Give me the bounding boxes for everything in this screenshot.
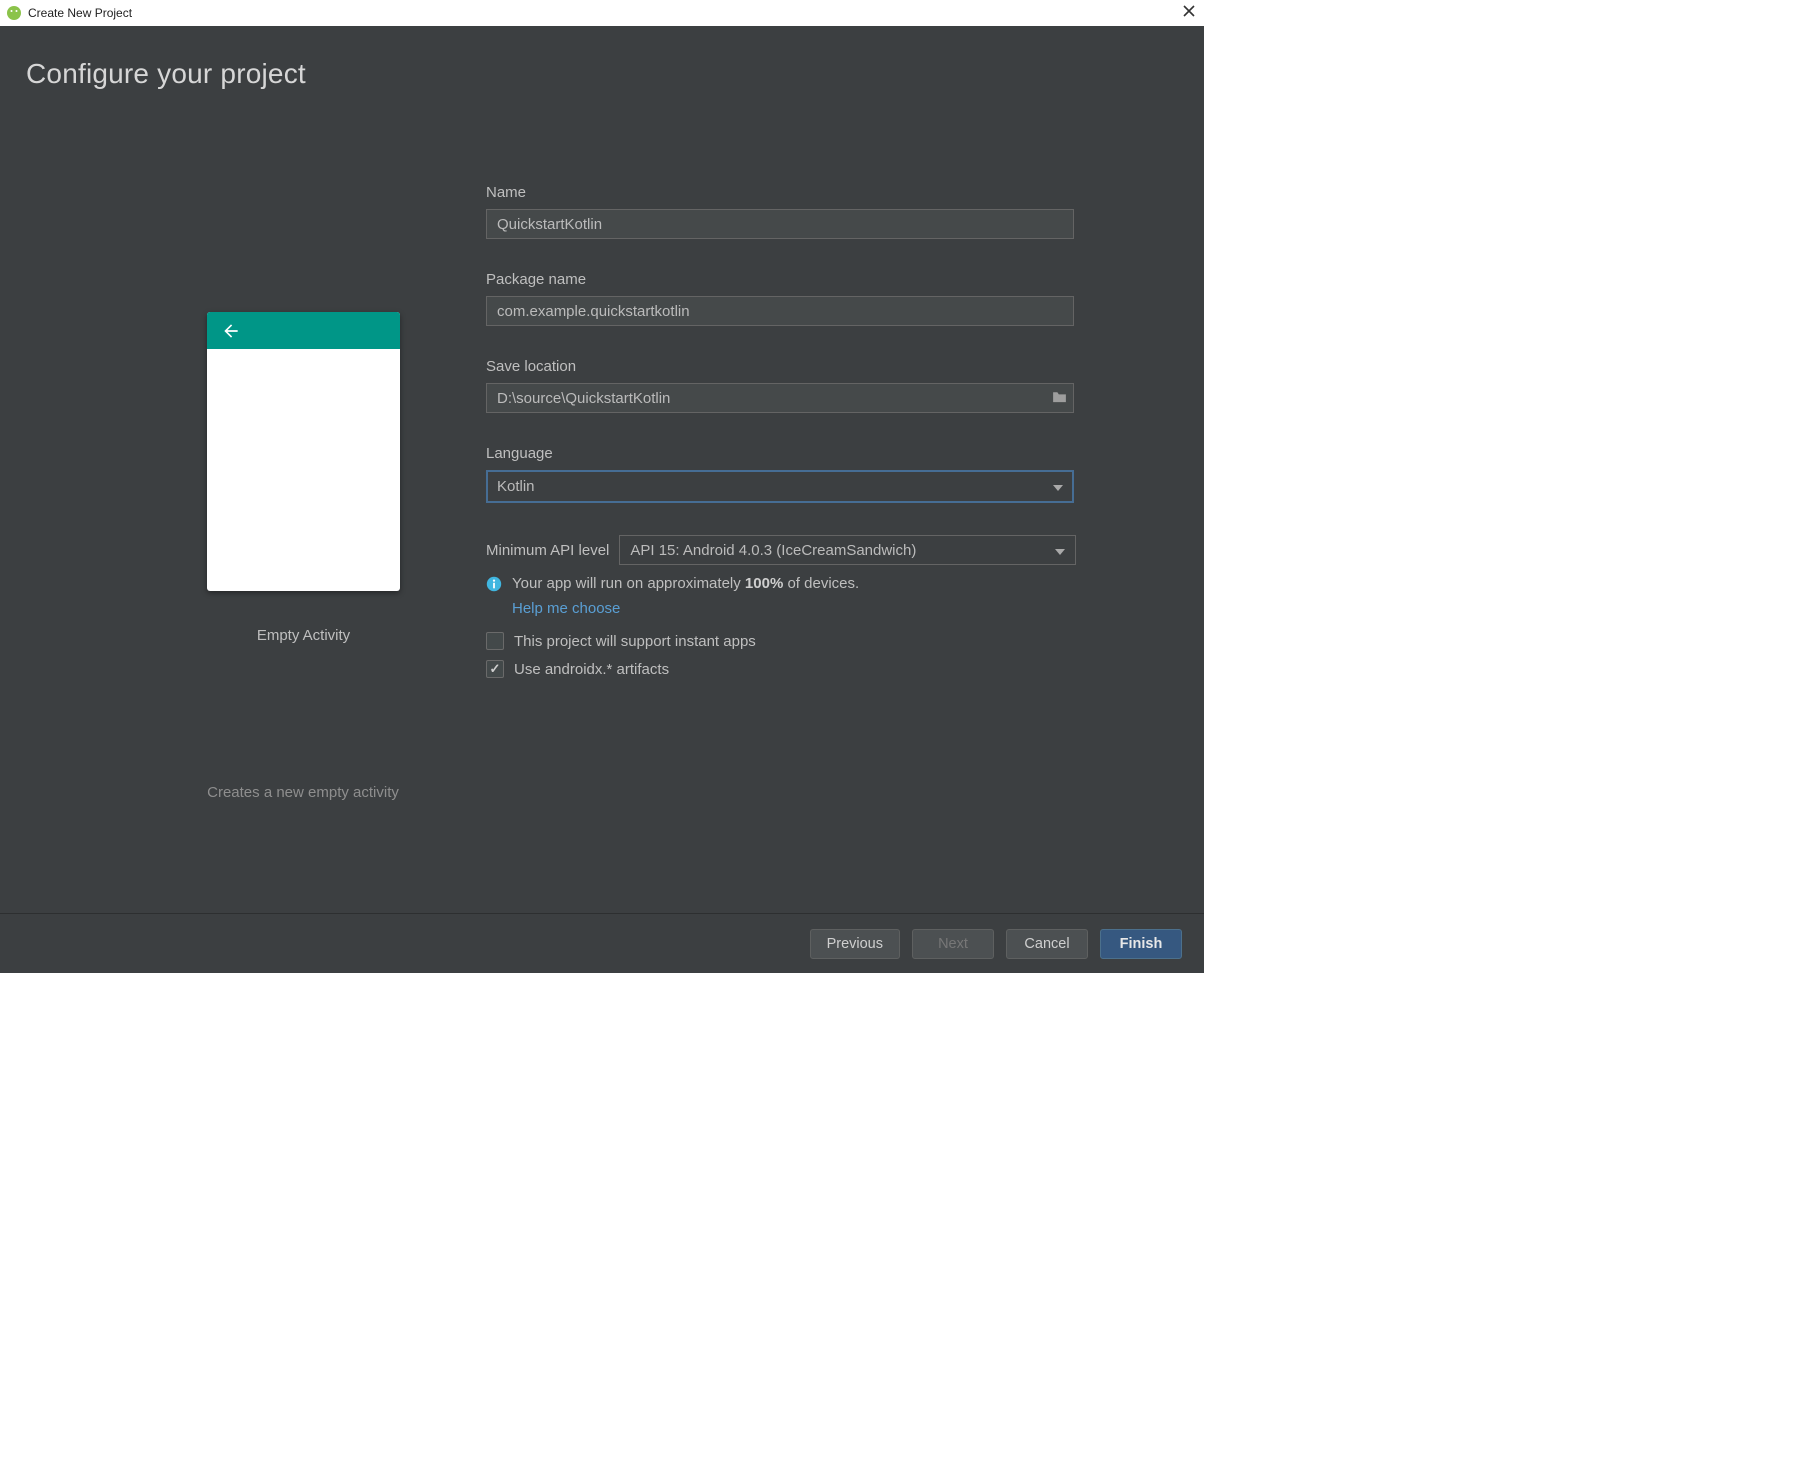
name-label: Name	[486, 184, 1076, 201]
language-label: Language	[486, 445, 1076, 462]
wizard-body: Configure your project Empty Activity Cr…	[0, 26, 1204, 913]
configure-form: Name Package name Save location Language…	[486, 184, 1076, 678]
wizard-footer: Previous Next Cancel Finish	[0, 913, 1204, 973]
name-input[interactable]	[486, 209, 1074, 239]
api-select[interactable]: API 15: Android 4.0.3 (IceCreamSandwich)	[619, 535, 1076, 565]
device-coverage-text: Your app will run on approximately 100% …	[512, 575, 859, 592]
instant-apps-label: This project will support instant apps	[514, 633, 756, 650]
cancel-button[interactable]: Cancel	[1006, 929, 1088, 959]
help-choose-link[interactable]: Help me choose	[512, 600, 620, 617]
close-icon[interactable]	[1182, 4, 1196, 23]
template-name: Empty Activity	[207, 627, 400, 644]
back-arrow-icon	[221, 321, 241, 341]
package-label: Package name	[486, 271, 1076, 288]
language-value: Kotlin	[497, 478, 535, 495]
chevron-down-icon	[1055, 542, 1065, 559]
window-title: Create New Project	[28, 6, 132, 20]
instant-apps-checkbox[interactable]	[486, 632, 504, 650]
finish-button[interactable]: Finish	[1100, 929, 1182, 959]
location-input[interactable]	[486, 383, 1074, 413]
next-button[interactable]: Next	[912, 929, 994, 959]
api-label: Minimum API level	[486, 542, 609, 559]
package-input[interactable]	[486, 296, 1074, 326]
language-select[interactable]: Kotlin	[486, 470, 1074, 503]
window-titlebar: Create New Project	[0, 0, 1204, 26]
androidx-label: Use androidx.* artifacts	[514, 661, 669, 678]
template-preview: Empty Activity Creates a new empty activ…	[207, 312, 400, 801]
previous-button[interactable]: Previous	[810, 929, 900, 959]
phone-appbar	[207, 312, 400, 349]
androidx-checkbox[interactable]	[486, 660, 504, 678]
api-value: API 15: Android 4.0.3 (IceCreamSandwich)	[630, 542, 916, 559]
page-heading: Configure your project	[26, 58, 306, 90]
template-description: Creates a new empty activity	[173, 784, 433, 801]
phone-mockup	[207, 312, 400, 591]
folder-icon[interactable]	[1051, 389, 1068, 409]
android-studio-icon	[6, 5, 22, 21]
location-label: Save location	[486, 358, 1076, 375]
chevron-down-icon	[1053, 478, 1063, 495]
info-icon	[486, 576, 502, 592]
